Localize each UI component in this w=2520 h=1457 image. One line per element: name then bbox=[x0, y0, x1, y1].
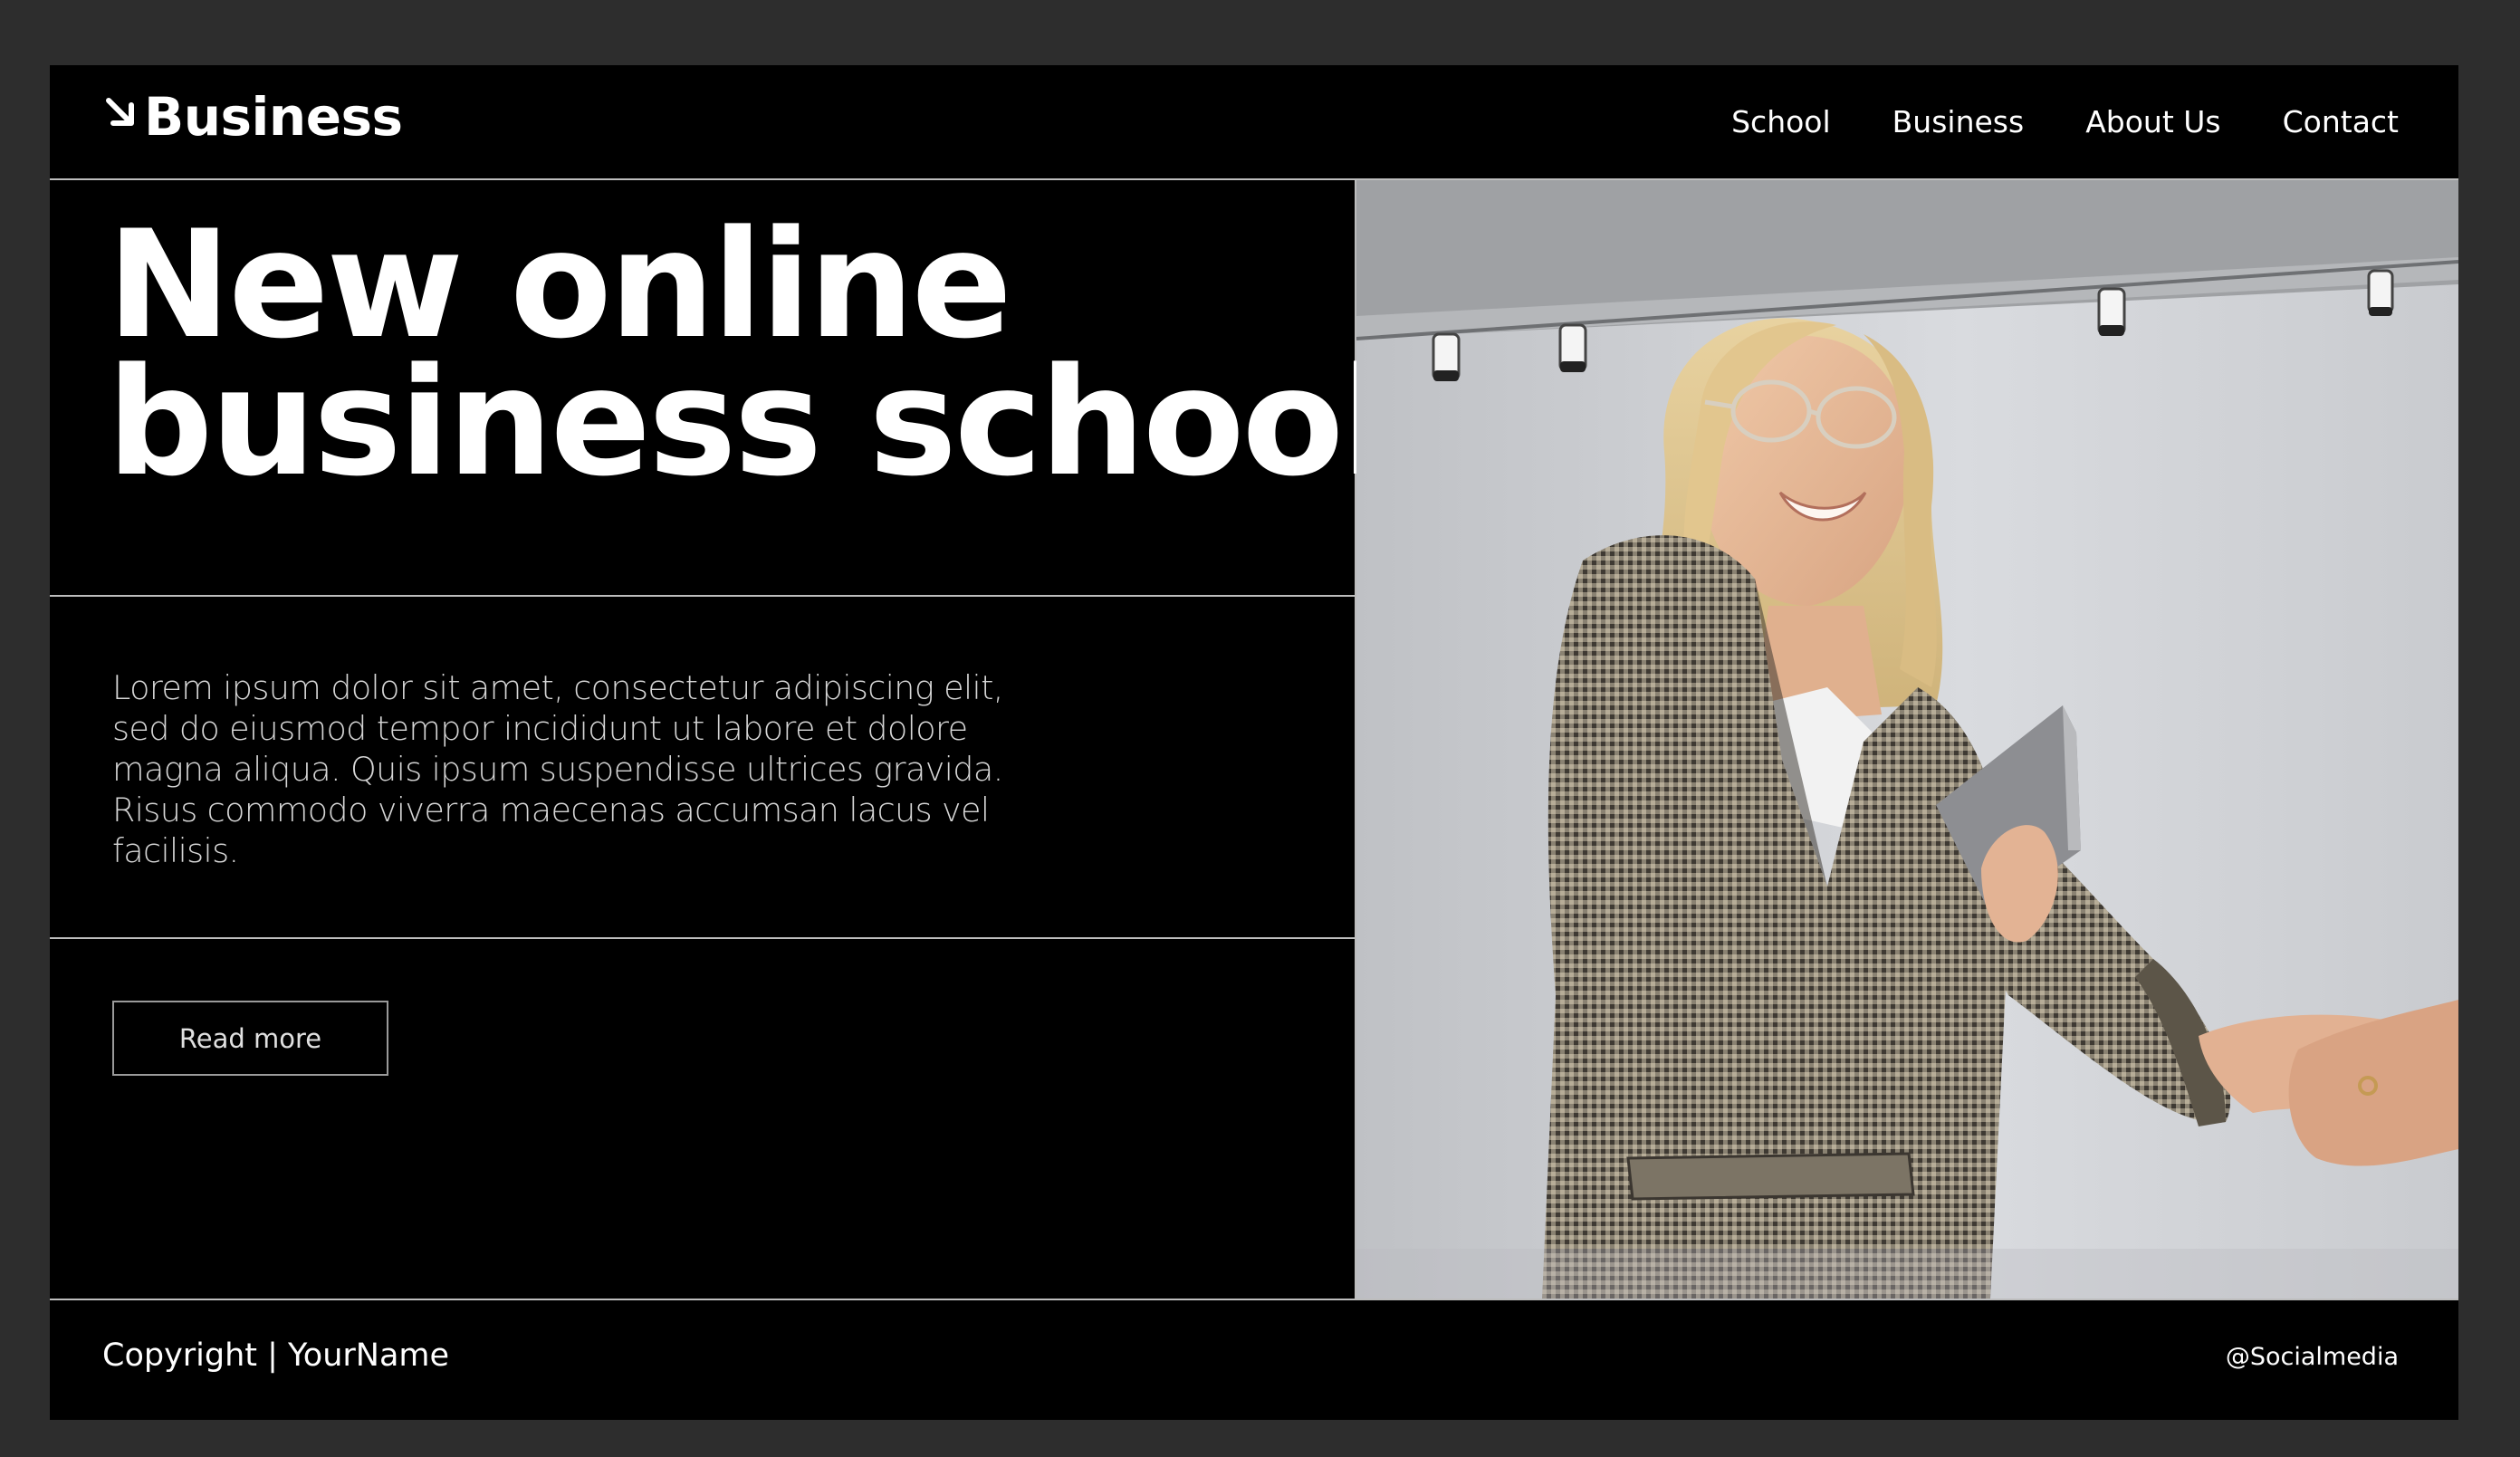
copyright-text: Copyright | YourName bbox=[102, 1337, 450, 1374]
hero-title: New online business school bbox=[107, 198, 1392, 509]
content-column: New online business school Lorem ipsum d… bbox=[50, 180, 1392, 1299]
cta-section: Read more bbox=[50, 939, 1355, 1299]
nav-item-contact[interactable]: Contact bbox=[2283, 107, 2399, 137]
logo[interactable]: Business bbox=[104, 91, 403, 143]
landing-page: Business School Business About Us Contac… bbox=[50, 65, 2458, 1420]
hero-title-line-2: business school bbox=[107, 336, 1392, 509]
logo-text: Business bbox=[144, 86, 403, 148]
hero-photo bbox=[1356, 180, 2458, 1299]
header: Business School Business About Us Contac… bbox=[50, 65, 2458, 180]
hero-title-line-1: New online bbox=[107, 198, 1012, 371]
hero-section: New online business school bbox=[50, 180, 1392, 597]
nav-item-school[interactable]: School bbox=[1731, 107, 1831, 137]
social-link[interactable]: @Socialmedia bbox=[2226, 1345, 2399, 1369]
nav-item-about-us[interactable]: About Us bbox=[2085, 107, 2220, 137]
arrow-down-right-icon bbox=[106, 98, 134, 126]
description-section: Lorem ipsum dolor sit amet, consectetur … bbox=[50, 597, 1355, 939]
nav-item-business[interactable]: Business bbox=[1892, 107, 2025, 137]
read-more-button[interactable]: Read more bbox=[112, 1001, 388, 1076]
main-nav: School Business About Us Contact bbox=[1731, 107, 2399, 137]
businesswoman-handshake-image bbox=[1356, 180, 2458, 1299]
footer: Copyright | YourName @Socialmedia bbox=[50, 1299, 2458, 1420]
description-text: Lorem ipsum dolor sit amet, consectetur … bbox=[112, 668, 1003, 870]
